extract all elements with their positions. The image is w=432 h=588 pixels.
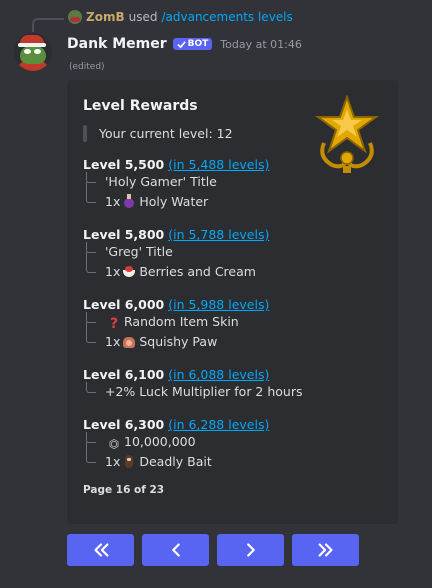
reward-text: Deadly Bait — [139, 454, 212, 469]
double-chevron-left-icon — [93, 543, 109, 557]
tier-level: Level 6,300 — [83, 417, 165, 432]
pagination-buttons — [67, 534, 359, 566]
tier-level: Level 5,500 — [83, 157, 165, 172]
last-page-button[interactable] — [292, 534, 359, 566]
question-mark-icon: ? — [109, 316, 119, 332]
tier-reward-item: 'Holy Gamer' Title — [83, 172, 382, 192]
holy-water-icon — [122, 194, 136, 208]
slash-command-link[interactable]: /advancements levels — [161, 10, 292, 24]
chevron-right-icon — [246, 543, 255, 557]
tier-reward-item: ? Random Item Skin — [83, 312, 382, 332]
reward-text: +2% Luck Multiplier for 2 hours — [105, 384, 303, 399]
tier-reward-item: 1x Squishy Paw — [83, 332, 382, 352]
next-page-button[interactable] — [217, 534, 284, 566]
deadly-bait-icon — [122, 454, 136, 468]
checkmark-icon — [176, 40, 186, 48]
tier-reward-item: 1x Holy Water — [83, 192, 382, 212]
star-medal-icon — [314, 95, 380, 173]
tier-reward-item: ⏣ 10,000,000 — [83, 432, 382, 452]
tier-eta-link[interactable]: (in 5,488 levels) — [168, 157, 269, 172]
replied-user-avatar[interactable] — [68, 10, 82, 24]
tier-level: Level 6,000 — [83, 297, 165, 312]
reward-text: 'Holy Gamer' Title — [105, 174, 217, 189]
reward-quantity: 1x — [105, 264, 121, 279]
previous-page-button[interactable] — [142, 534, 209, 566]
message-timestamp: Today at 01:46 — [220, 37, 302, 51]
author-avatar[interactable] — [14, 33, 52, 71]
reward-tier: Level 5,800 (in 5,788 levels) 'Greg' Tit… — [83, 227, 382, 282]
reward-text: Squishy Paw — [139, 334, 218, 349]
reward-text: Holy Water — [139, 194, 209, 209]
tier-eta-link[interactable]: (in 6,088 levels) — [168, 367, 269, 382]
coin-icon: ⏣ — [108, 437, 120, 451]
author-name[interactable]: Dank Memer — [67, 36, 167, 52]
reward-text: Random Item Skin — [124, 314, 239, 329]
reward-text: Berries and Cream — [139, 264, 256, 279]
tier-reward-item: 'Greg' Title — [83, 242, 382, 262]
berries-and-cream-icon — [122, 264, 136, 278]
replied-username[interactable]: ZomB — [86, 10, 125, 24]
reward-quantity: 1x — [105, 334, 121, 349]
reply-used-text: used — [128, 10, 158, 24]
tier-eta-link[interactable]: (in 5,788 levels) — [168, 227, 269, 242]
tier-eta-link[interactable]: (in 6,288 levels) — [168, 417, 269, 432]
tier-level: Level 5,800 — [83, 227, 165, 242]
reward-quantity: 1x — [105, 194, 121, 209]
page-indicator: Page 16 of 23 — [83, 484, 165, 496]
tier-level: Level 6,100 — [83, 367, 165, 382]
bot-badge-label: BOT — [187, 39, 209, 49]
double-chevron-right-icon — [317, 543, 333, 557]
reward-text: 'Greg' Title — [105, 244, 173, 259]
tier-reward-item: 1x Berries and Cream — [83, 262, 382, 282]
bot-badge: BOT — [172, 38, 213, 50]
edited-label: (edited) — [69, 62, 105, 72]
reply-reference[interactable]: ZomB used /advancements levels — [68, 10, 293, 24]
level-rewards-embed: Level Rewards Your current level: 12 Lev… — [67, 80, 398, 524]
reward-quantity: 1x — [105, 454, 121, 469]
tier-reward-item: +2% Luck Multiplier for 2 hours — [83, 382, 382, 402]
squishy-paw-icon — [122, 334, 136, 348]
quote-bar — [83, 125, 87, 142]
chevron-left-icon — [171, 543, 180, 557]
reward-tier: Level 6,000 (in 5,988 levels) ? Random It… — [83, 297, 382, 352]
reward-tier: Level 6,300 (in 6,288 levels) ⏣ 10,000,00… — [83, 417, 382, 472]
reward-tier: Level 6,100 (in 6,088 levels) +2% Luck M… — [83, 367, 382, 402]
current-level-text: Your current level: 12 — [99, 126, 233, 141]
tier-eta-link[interactable]: (in 5,988 levels) — [168, 297, 269, 312]
first-page-button[interactable] — [67, 534, 134, 566]
reward-text: 10,000,000 — [124, 434, 196, 449]
message-header: Dank Memer BOT Today at 01:46 — [67, 36, 302, 52]
reply-connector — [32, 18, 64, 32]
tier-reward-item: 1x Deadly Bait — [83, 452, 382, 472]
